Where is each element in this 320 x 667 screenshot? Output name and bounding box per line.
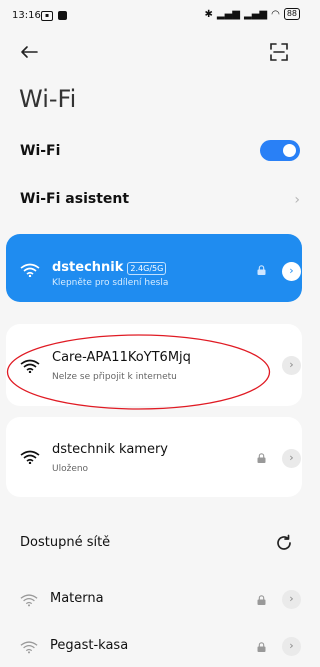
available-networks-heading: Dostupné sítě — [20, 535, 111, 550]
network-details-button[interactable]: › — [282, 356, 301, 375]
wifi-signal-icon — [20, 450, 40, 464]
status-bar: 13:16 ▪ ✱ ▂▄▆ ▂▄▆ ◠ 88 — [0, 0, 308, 32]
wifi-signal-icon — [20, 594, 38, 607]
lock-icon — [257, 265, 266, 275]
network-card-connected[interactable]: dstechnik 2.4G/5G Klepněte pro sdílení he… — [6, 234, 302, 302]
wifi-toggle-switch[interactable] — [260, 140, 300, 161]
back-arrow-icon[interactable] — [18, 41, 40, 63]
wifi-label: Wi-Fi — [20, 143, 61, 159]
lock-icon — [257, 642, 266, 652]
wifi-signal-icon — [20, 263, 40, 277]
annotation-oval — [6, 334, 271, 410]
network-card-kamery[interactable]: dstechnik kamery Uloženo › — [6, 417, 302, 497]
network-details-button[interactable]: › — [282, 262, 301, 281]
available-network-row[interactable]: Materna › — [0, 580, 308, 620]
lock-icon — [257, 453, 266, 463]
wifi-assistant-row[interactable]: Wi-Fi asistent › — [0, 175, 308, 223]
chevron-right-icon: › — [294, 192, 300, 208]
wifi-signal-icon — [20, 641, 38, 654]
notification-icon: ▪ — [41, 11, 53, 21]
refresh-icon[interactable] — [273, 532, 295, 554]
app-icon — [58, 11, 67, 20]
wifi-assistant-label: Wi-Fi asistent — [20, 191, 130, 207]
network-ssid: Pegast-kasa — [50, 638, 129, 653]
wifi-status-icon: ◠ — [271, 8, 280, 20]
status-time: 13:16 — [12, 10, 41, 21]
network-details-button[interactable]: › — [282, 637, 301, 656]
signal-icon: ▂▄▆ — [216, 8, 240, 20]
network-subtitle: Uloženo — [52, 464, 89, 474]
network-ssid: dstechnik — [52, 260, 124, 275]
network-details-button[interactable]: › — [282, 590, 301, 609]
scan-qr-icon[interactable] — [268, 41, 290, 63]
network-details-button[interactable]: › — [282, 449, 301, 468]
band-badge: 2.4G/5G — [127, 262, 167, 275]
network-name-row: dstechnik 2.4G/5G — [52, 256, 167, 275]
page-title: Wi-Fi — [19, 85, 77, 113]
lock-icon — [257, 595, 266, 605]
battery-indicator: 88 — [283, 8, 300, 20]
status-right-group: ✱ ▂▄▆ ▂▄▆ ◠ 88 — [205, 8, 300, 20]
bluetooth-icon: ✱ — [204, 8, 213, 20]
network-ssid: Materna — [50, 591, 104, 606]
network-subtitle: Klepněte pro sdílení hesla — [52, 278, 169, 288]
network-ssid: dstechnik kamery — [52, 442, 168, 457]
signal-icon-2: ▂▄▆ — [244, 8, 268, 20]
available-network-row[interactable]: Pegast-kasa › — [0, 627, 308, 667]
